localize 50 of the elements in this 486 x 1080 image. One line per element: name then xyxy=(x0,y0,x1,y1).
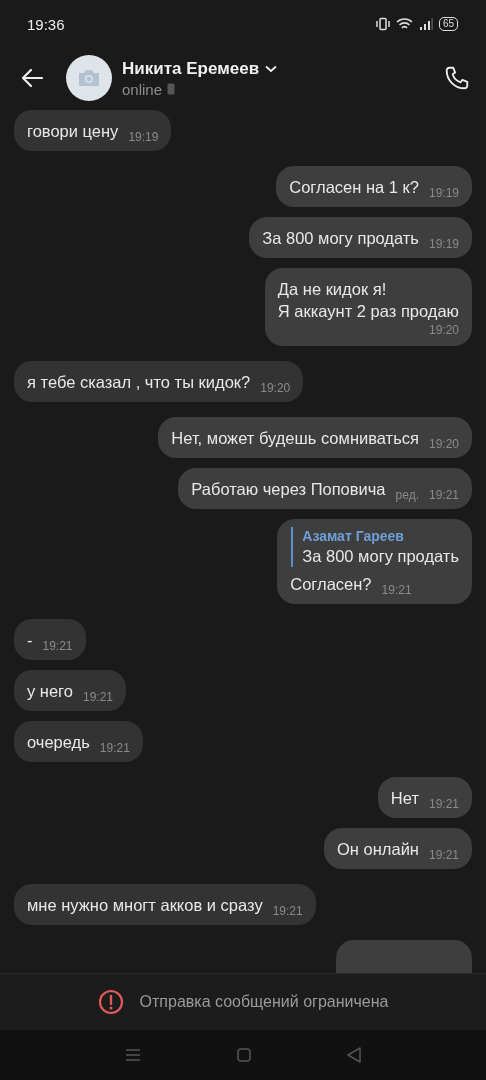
message-time: 19:21 xyxy=(99,741,130,755)
battery-icon: 65 xyxy=(438,17,458,31)
message-text: Да не кидок я! xyxy=(277,279,387,300)
message-text: Нет xyxy=(390,788,419,809)
back-icon[interactable] xyxy=(20,68,44,88)
chevron-down-icon[interactable] xyxy=(265,64,278,73)
message-text: говори цену xyxy=(27,121,119,142)
back-nav-icon[interactable] xyxy=(347,1047,361,1063)
contact-name[interactable]: Никита Еремеев xyxy=(122,58,260,79)
message-time: 19:20 xyxy=(428,437,459,451)
message-text: я тебе сказал , что ты кидок? xyxy=(27,372,251,393)
message-time: 19:20 xyxy=(260,381,291,395)
message-time: 19:21 xyxy=(272,904,303,918)
message-time: 19:19 xyxy=(128,130,159,144)
message-time: 19:19 xyxy=(428,237,459,251)
message-text: Он онлайн xyxy=(337,839,419,860)
message-time: 19:20 xyxy=(428,323,459,337)
clock: 19:36 xyxy=(27,15,65,33)
restriction-notice: Отправка сообщений ограничена xyxy=(139,993,389,1011)
message-text: Работаю через Поповича xyxy=(191,479,386,500)
message-time: 19:21 xyxy=(428,488,459,502)
quoted-message[interactable]: Азамат Гареев За 800 могу продать xyxy=(291,527,459,567)
message-time: 19:21 xyxy=(82,690,113,704)
message-text: мне нужно многт акков и сразу xyxy=(27,895,263,916)
signal-icon xyxy=(418,17,433,31)
quoted-author: Азамат Гареев xyxy=(302,527,405,545)
message-text: Нет, может будешь сомниваться xyxy=(171,428,419,449)
online-status: online xyxy=(122,80,163,98)
avatar[interactable] xyxy=(66,55,112,101)
wifi-icon xyxy=(395,17,413,31)
home-icon[interactable] xyxy=(237,1048,251,1062)
message-text: - xyxy=(27,630,33,651)
message-time: 19:19 xyxy=(428,186,459,200)
message-time: 19:21 xyxy=(428,797,459,811)
message-time: 19:21 xyxy=(428,848,459,862)
vibrate-icon xyxy=(375,17,390,31)
message-time: 19:21 xyxy=(42,639,73,653)
message-text: у него xyxy=(27,681,73,702)
message-text: Согласен? xyxy=(290,574,372,595)
message-text: За 800 могу продать xyxy=(262,228,419,249)
phone-device-icon xyxy=(167,83,176,95)
message-text: Согласен на 1 к? xyxy=(289,177,419,198)
camera-icon xyxy=(77,69,101,87)
quoted-text: За 800 могу продать xyxy=(302,546,459,567)
message-time: 19:21 xyxy=(381,583,412,597)
edited-label: ред. xyxy=(395,488,419,502)
message-text: очередь xyxy=(27,732,90,753)
warning-icon xyxy=(97,989,124,1015)
message-text: Я аккаунт 2 раз продаю xyxy=(277,301,459,322)
call-icon[interactable] xyxy=(444,65,470,91)
